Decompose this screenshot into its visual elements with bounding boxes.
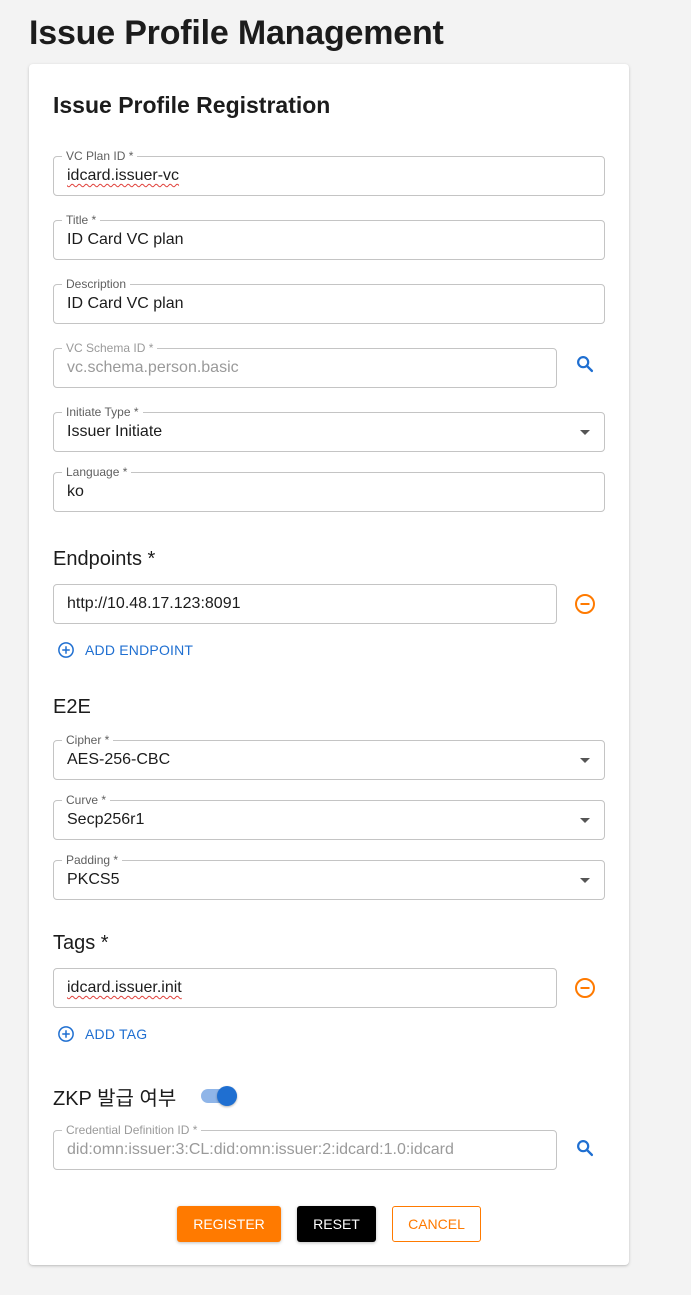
add-endpoint-button[interactable]: ADD ENDPOINT bbox=[57, 638, 193, 662]
add-tag-button[interactable]: ADD TAG bbox=[57, 1022, 147, 1046]
toggle-thumb bbox=[217, 1086, 237, 1106]
description-value: ID Card VC plan bbox=[67, 295, 184, 312]
vc-schema-id-value: vc.schema.person.basic bbox=[67, 359, 239, 376]
add-circle-icon bbox=[58, 642, 74, 658]
initiate-type-value: Issuer Initiate bbox=[67, 423, 163, 440]
zkp-toggle[interactable] bbox=[199, 1084, 239, 1108]
tag-value: idcard.issuer.init bbox=[67, 979, 182, 996]
language-field[interactable]: Language * ko bbox=[53, 465, 605, 512]
add-endpoint-label: ADD ENDPOINT bbox=[85, 642, 194, 658]
search-icon[interactable] bbox=[571, 1134, 599, 1162]
credential-definition-id-field: Credential Definition ID * did:omn:issue… bbox=[53, 1123, 557, 1170]
register-button[interactable]: REGISTER bbox=[177, 1206, 281, 1242]
padding-value: PKCS5 bbox=[67, 871, 120, 888]
curve-select[interactable]: Curve * Secp256r1 bbox=[53, 793, 605, 840]
chevron-down-icon bbox=[580, 818, 590, 823]
initiate-type-select[interactable]: Initiate Type * Issuer Initiate bbox=[53, 405, 605, 452]
chevron-down-icon bbox=[580, 430, 590, 435]
chevron-down-icon bbox=[580, 878, 590, 883]
registration-card: Issue Profile Registration VC Plan ID * … bbox=[29, 64, 629, 1265]
vc-plan-id-value: idcard.issuer-vc bbox=[67, 167, 180, 184]
padding-select[interactable]: Padding * PKCS5 bbox=[53, 853, 605, 900]
page-title: Issue Profile Management bbox=[29, 14, 444, 52]
vc-plan-id-field[interactable]: VC Plan ID * idcard.issuer-vc bbox=[53, 149, 605, 196]
form-title: Issue Profile Registration bbox=[53, 92, 331, 118]
remove-tag-icon[interactable] bbox=[571, 974, 599, 1002]
add-circle-icon bbox=[58, 1026, 74, 1042]
e2e-heading: E2E bbox=[53, 696, 91, 718]
title-value: ID Card VC plan bbox=[67, 231, 184, 248]
credential-definition-id-value: did:omn:issuer:3:CL:did:omn:issuer:2:idc… bbox=[67, 1141, 454, 1158]
cipher-value: AES-256-CBC bbox=[67, 751, 171, 768]
tags-heading: Tags * bbox=[53, 932, 109, 954]
endpoints-heading: Endpoints * bbox=[53, 548, 156, 570]
add-tag-label: ADD TAG bbox=[85, 1026, 148, 1042]
remove-endpoint-icon[interactable] bbox=[571, 590, 599, 618]
description-field[interactable]: Description ID Card VC plan bbox=[53, 277, 605, 324]
zkp-label: ZKP 발급 여부 bbox=[53, 1088, 177, 1110]
endpoint-value: http://10.48.17.123:8091 bbox=[67, 595, 241, 612]
cipher-select[interactable]: Cipher * AES-256-CBC bbox=[53, 733, 605, 780]
reset-button[interactable]: RESET bbox=[297, 1206, 376, 1242]
search-icon[interactable] bbox=[571, 350, 599, 378]
title-field[interactable]: Title * ID Card VC plan bbox=[53, 213, 605, 260]
cancel-button[interactable]: CANCEL bbox=[392, 1206, 481, 1242]
tag-input[interactable]: idcard.issuer.init bbox=[53, 968, 557, 1008]
curve-value: Secp256r1 bbox=[67, 811, 145, 828]
language-value: ko bbox=[67, 483, 84, 500]
vc-schema-id-field: VC Schema ID * vc.schema.person.basic bbox=[53, 341, 557, 388]
chevron-down-icon bbox=[580, 758, 590, 763]
endpoint-input[interactable]: http://10.48.17.123:8091 bbox=[53, 584, 557, 624]
